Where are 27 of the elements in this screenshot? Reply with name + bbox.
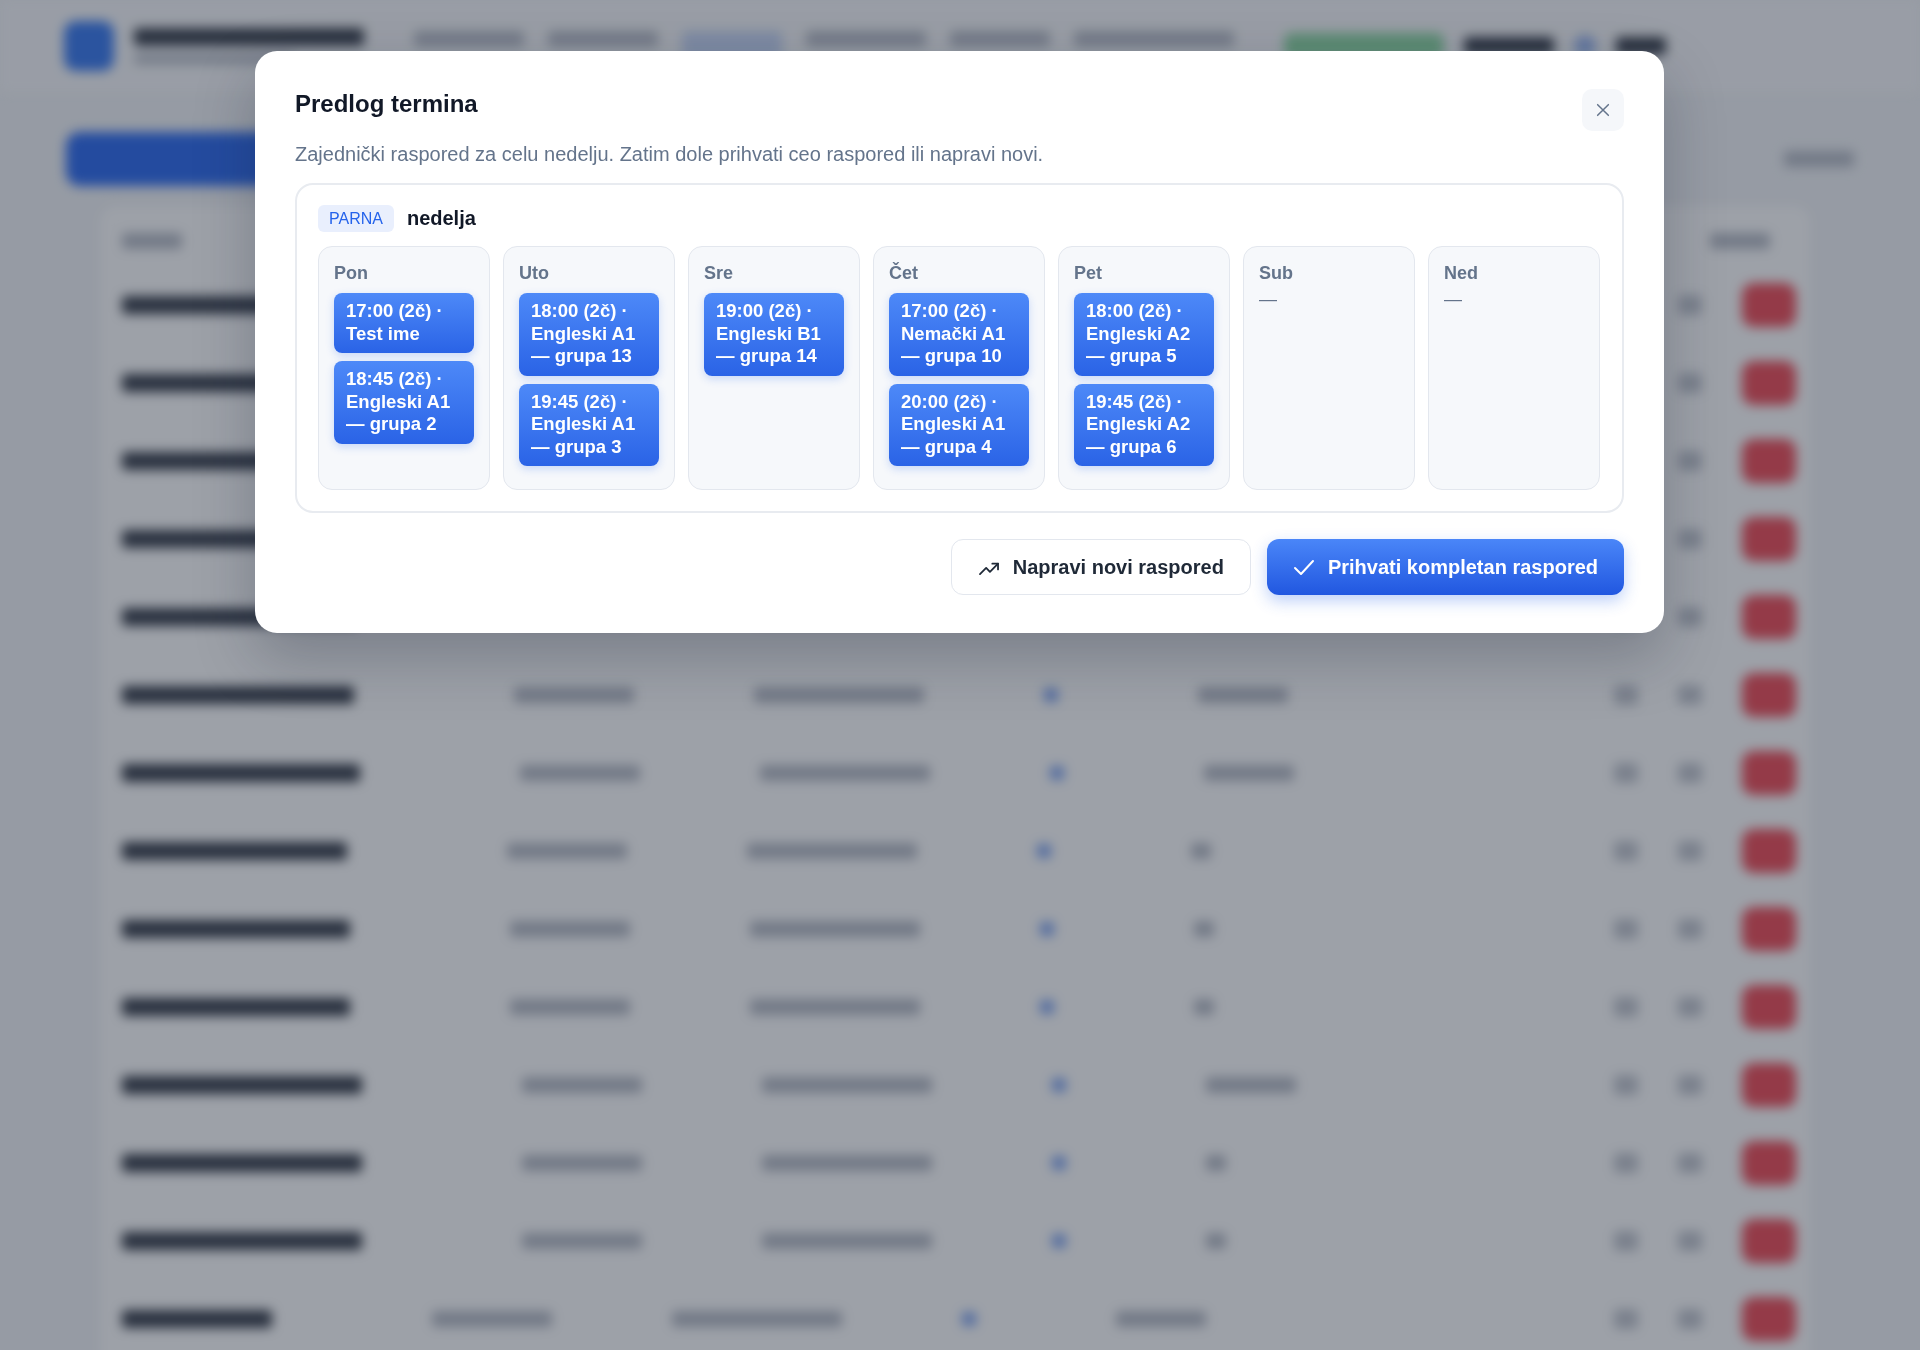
create-schedule-button[interactable]: Napravi novi raspored (950, 539, 1251, 595)
dialog-description: Zajednički raspored za celu nedelju. Zatim dole prihvati ceo raspored ili napravi novi. (295, 142, 1045, 167)
empty-day-dash: — (1444, 288, 1462, 310)
class-slot[interactable]: 19:45 (2č) · Engleski A1 — grupa 3 (519, 383, 659, 466)
day-label: Sre (704, 262, 734, 284)
class-slot[interactable]: 18:00 (2č) · Engleski A1 — grupa 13 (519, 293, 659, 376)
empty-day-dash: — (1259, 288, 1277, 310)
class-slot[interactable]: 19:00 (2č) · Engleski B1 — grupa 14 (704, 293, 844, 376)
week-type-badge: PARNA (318, 205, 394, 232)
class-slot[interactable]: 20:00 (2č) · Engleski A1 — grupa 4 (889, 383, 1029, 466)
day-label: Ned (1444, 262, 1478, 284)
day-label: Pet (1074, 262, 1102, 284)
class-slot[interactable]: 19:45 (2č) · Engleski A2 — grupa 6 (1074, 383, 1214, 466)
close-button[interactable] (1582, 89, 1624, 131)
close-icon (1595, 102, 1611, 118)
day-label: Uto (519, 262, 549, 284)
week-label: nedelja (406, 206, 476, 231)
class-slot[interactable]: 17:00 (2č) · Test ime (334, 293, 474, 353)
day-label: Sub (1259, 262, 1293, 284)
day-label: Pon (334, 262, 368, 284)
check-icon (1292, 557, 1315, 577)
class-slot[interactable]: 18:45 (2č) · Engleski A1 — grupa 2 (334, 361, 474, 444)
class-slot[interactable]: 17:00 (2č) · Nemački A1 — grupa 10 (889, 293, 1029, 376)
accept-schedule-button[interactable]: Prihvati kompletan raspored (1266, 539, 1624, 595)
class-slot[interactable]: 18:00 (2č) · Engleski A2 — grupa 5 (1074, 293, 1214, 376)
dialog-title: Predlog termina (295, 89, 478, 119)
day-label: Čet (889, 262, 918, 284)
